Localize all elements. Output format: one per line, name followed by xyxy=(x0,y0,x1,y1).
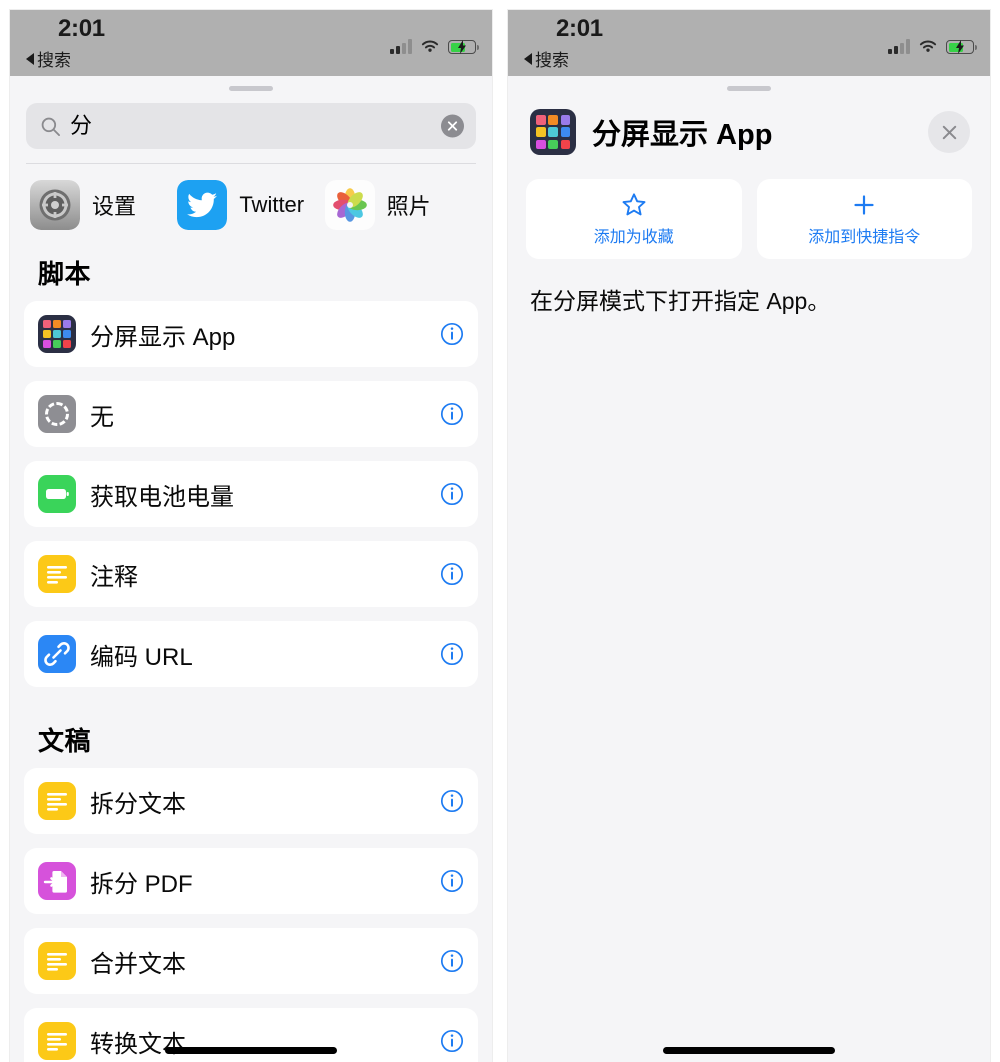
text-icon xyxy=(38,782,76,820)
app-suggestion-label: Twitter xyxy=(239,192,305,217)
detail-description: 在分屏模式下打开指定 App。 xyxy=(530,288,831,314)
none-icon xyxy=(38,395,76,433)
status-bar: 2:01 搜索 xyxy=(10,10,492,76)
app-suggestions-row: 设置 Twitter 照片 xyxy=(10,164,492,234)
screenshot-canvas: 2:01 搜索 分 设置 Twitter 照片 脚本 分屏显示 App 无 获取… xyxy=(0,0,1000,1062)
search-input[interactable]: 分 xyxy=(26,103,476,149)
list-item-label: 编码 URL xyxy=(90,643,193,671)
info-icon[interactable] xyxy=(440,402,464,426)
cellular-bars-icon xyxy=(390,39,412,54)
app-suggestion-label: 照片 xyxy=(386,194,431,219)
back-to-search-button[interactable]: 搜索 xyxy=(26,46,71,71)
status-bar: 2:01 搜索 xyxy=(508,10,990,76)
list-item[interactable]: 拆分文本 xyxy=(24,768,478,834)
left-phone-screenshot: 2:01 搜索 分 设置 Twitter 照片 脚本 分屏显示 App 无 获取… xyxy=(10,10,492,1062)
list-item-label: 拆分 PDF xyxy=(90,870,193,898)
settings-app-icon xyxy=(30,180,80,230)
clear-search-button[interactable] xyxy=(441,114,464,138)
list-item[interactable]: 拆分 PDF xyxy=(24,848,478,914)
wifi-icon xyxy=(919,40,937,52)
status-bar-indicators xyxy=(888,32,977,54)
status-bar-time: 2:01 xyxy=(556,15,603,42)
text-icon xyxy=(38,942,76,980)
list-item[interactable]: 无 xyxy=(24,381,478,447)
home-indicator xyxy=(663,1047,835,1054)
battery-level-icon xyxy=(38,475,76,513)
split-screen-icon xyxy=(38,315,76,353)
detail-title: 分屏显示 App xyxy=(592,119,773,151)
info-icon[interactable] xyxy=(440,322,464,346)
detail-actions: 添加为收藏 添加到快捷指令 xyxy=(508,155,990,259)
back-label: 搜索 xyxy=(535,51,569,70)
twitter-app-icon xyxy=(177,180,228,230)
status-bar-indicators xyxy=(390,32,479,54)
add-to-shortcuts-button[interactable]: 添加到快捷指令 xyxy=(756,179,972,259)
list-item-label: 注释 xyxy=(90,563,138,591)
info-icon[interactable] xyxy=(440,1029,464,1053)
documents-action-list: 拆分文本 拆分 PDF 合并文本 转换文本 xyxy=(10,768,492,1062)
info-icon[interactable] xyxy=(440,949,464,973)
clear-icon xyxy=(447,121,458,131)
text-icon xyxy=(38,1022,76,1060)
search-icon xyxy=(41,117,60,136)
back-to-search-button[interactable]: 搜索 xyxy=(524,46,569,71)
list-item-label: 合并文本 xyxy=(90,950,186,978)
info-icon[interactable] xyxy=(440,562,464,586)
list-item-label: 获取电池电量 xyxy=(90,483,234,511)
scripting-action-list: 分屏显示 App 无 获取电池电量 注释 编码 URL xyxy=(10,301,492,687)
app-suggestion-photos[interactable]: 照片 xyxy=(324,180,472,230)
info-icon[interactable] xyxy=(440,482,464,506)
list-item-label: 拆分文本 xyxy=(90,790,186,818)
star-icon xyxy=(621,191,647,219)
section-header-documents: 文稿 xyxy=(38,726,92,756)
cellular-bars-icon xyxy=(888,39,910,54)
battery-charging-icon xyxy=(448,40,479,54)
info-icon[interactable] xyxy=(440,869,464,893)
list-item[interactable]: 获取电池电量 xyxy=(24,461,478,527)
info-icon[interactable] xyxy=(440,642,464,666)
comment-icon xyxy=(38,555,76,593)
url-encode-icon xyxy=(38,635,76,673)
add-to-favorites-button[interactable]: 添加为收藏 xyxy=(526,179,742,259)
search-input-value: 分 xyxy=(70,113,93,138)
status-bar-time: 2:01 xyxy=(58,15,105,42)
search-sheet: 分 设置 Twitter 照片 脚本 分屏显示 App 无 获取电池电量 注释 … xyxy=(10,76,492,1062)
split-screen-icon xyxy=(530,109,576,155)
section-header-scripting: 脚本 xyxy=(38,259,92,289)
back-triangle-icon xyxy=(524,52,532,65)
photos-app-icon xyxy=(324,180,375,230)
detail-header: 分屏显示 App xyxy=(508,91,990,155)
list-item[interactable]: 合并文本 xyxy=(24,928,478,994)
back-triangle-icon xyxy=(26,52,34,65)
action-label: 添加为收藏 xyxy=(593,229,674,246)
detail-sheet: 分屏显示 App 添加为收藏 添加到快捷指令 在分屏模式下打开指定 App。 xyxy=(508,76,990,1062)
app-suggestion-twitter[interactable]: Twitter xyxy=(177,180,324,230)
app-suggestion-label: 设置 xyxy=(92,194,137,219)
list-item-label: 分屏显示 App xyxy=(90,323,236,351)
battery-charging-icon xyxy=(946,40,977,54)
list-item[interactable]: 分屏显示 App xyxy=(24,301,478,367)
info-icon[interactable] xyxy=(440,789,464,813)
close-icon xyxy=(942,125,956,139)
list-item-label: 无 xyxy=(90,403,114,431)
action-label: 添加到快捷指令 xyxy=(808,229,921,246)
wifi-icon xyxy=(421,40,439,52)
search-bar-container: 分 xyxy=(10,91,492,164)
app-suggestion-settings[interactable]: 设置 xyxy=(30,180,177,230)
back-label: 搜索 xyxy=(37,51,71,70)
list-item[interactable]: 注释 xyxy=(24,541,478,607)
list-item[interactable]: 编码 URL xyxy=(24,621,478,687)
split-pdf-icon xyxy=(38,862,76,900)
close-button[interactable] xyxy=(928,111,970,153)
right-phone-screenshot: 2:01 搜索 分屏显示 App 添加为收藏 添加到快捷指令 在分屏模式下打开指… xyxy=(508,10,990,1062)
home-indicator xyxy=(165,1047,337,1054)
plus-icon xyxy=(851,191,877,219)
